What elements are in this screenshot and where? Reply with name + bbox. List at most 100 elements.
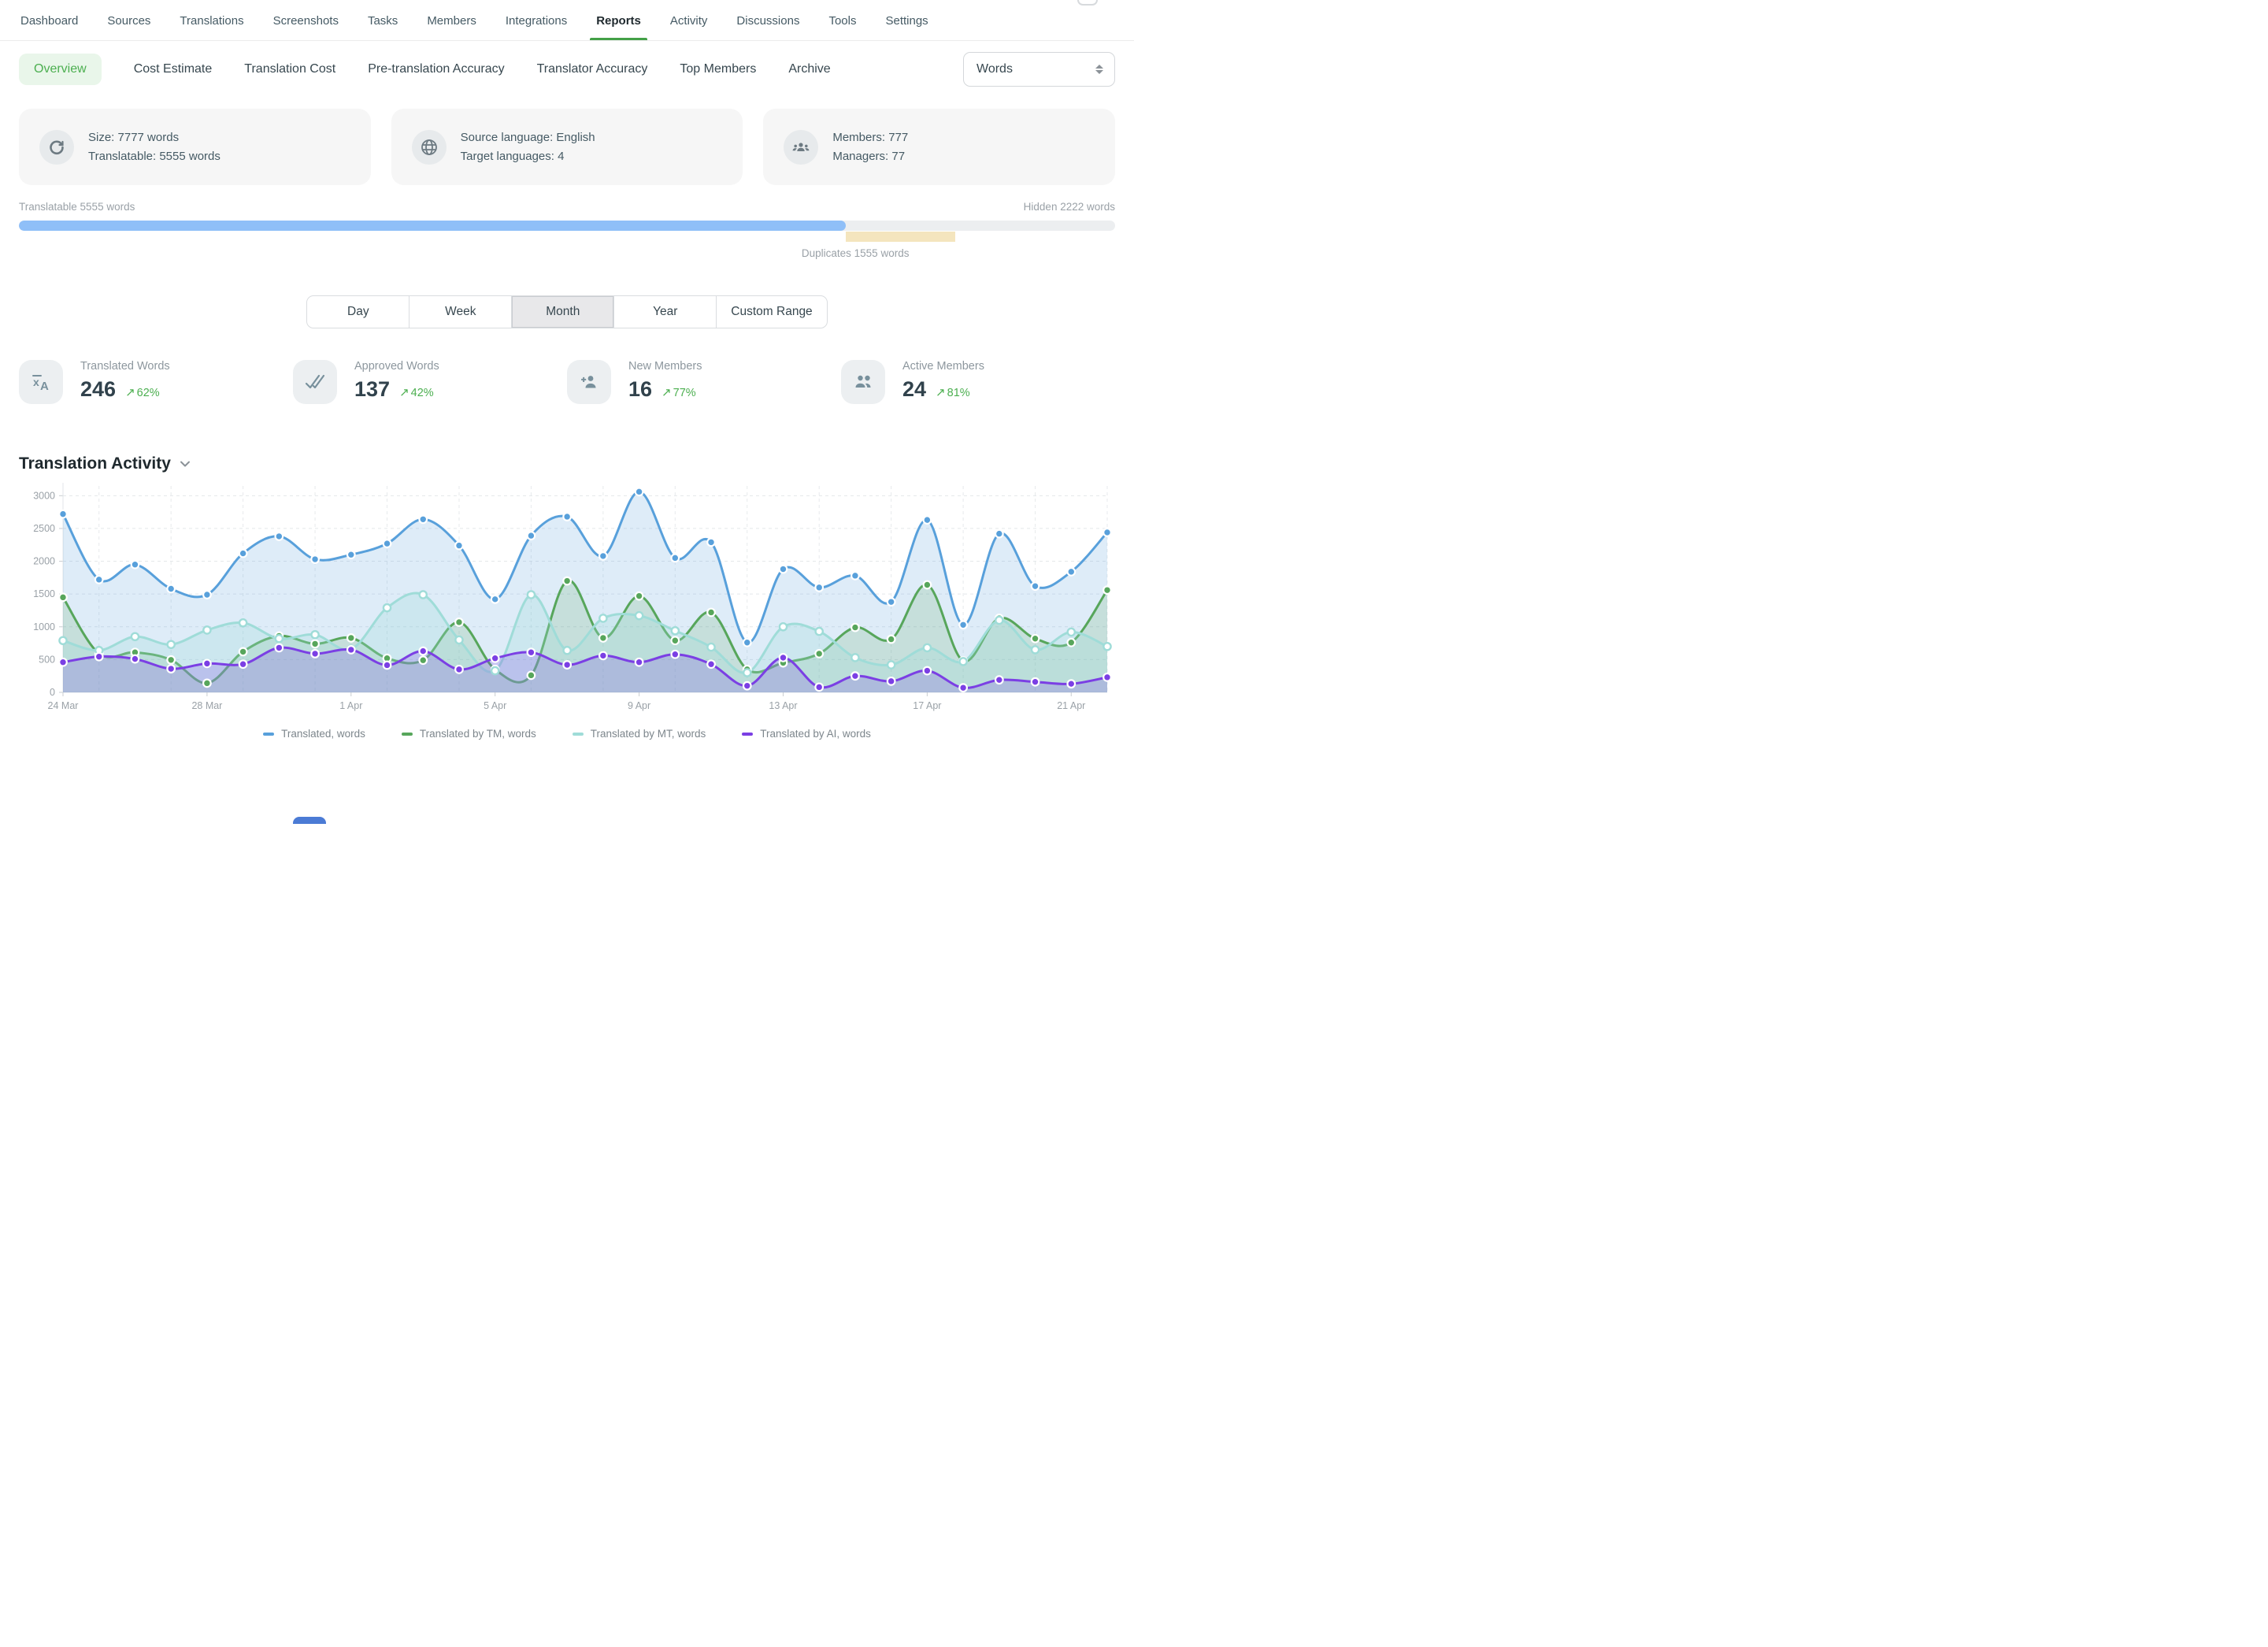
subnav-item-top-members[interactable]: Top Members <box>680 62 756 76</box>
stat-card-approved-words: Approved Words137↗42% <box>293 360 567 404</box>
nav-item-activity[interactable]: Activity <box>669 14 710 40</box>
range-tab-year[interactable]: Year <box>614 296 717 328</box>
svg-text:21 Apr: 21 Apr <box>1057 700 1085 711</box>
top-navigation: Dashboard Sources Translations Screenshots T… <box>0 0 1134 41</box>
translatable-segment <box>19 221 846 231</box>
svg-text:2500: 2500 <box>33 523 55 534</box>
svg-text:9 Apr: 9 Apr <box>628 700 650 711</box>
svg-text:500: 500 <box>39 654 55 665</box>
subnav-item-pre-translation-accuracy[interactable]: Pre-translation Accuracy <box>368 62 504 76</box>
trend-up-icon: ↗ <box>399 386 410 399</box>
chart-legend: Translated, words Translated by TM, words… <box>19 728 1115 740</box>
stat-delta: ↗81% <box>936 385 970 399</box>
stat-value: 246 <box>80 377 116 402</box>
stat-value: 24 <box>902 377 926 402</box>
nav-item-translations[interactable]: Translations <box>178 14 245 40</box>
range-tab-month[interactable]: Month <box>512 296 614 328</box>
translation-activity-title: Translation Activity <box>19 454 171 473</box>
nav-item-discussions[interactable]: Discussions <box>735 14 801 40</box>
nav-item-settings[interactable]: Settings <box>884 14 929 40</box>
double-check-icon <box>293 360 337 404</box>
legend-swatch-icon <box>263 733 274 736</box>
stat-label: Translated Words <box>80 360 170 373</box>
nav-item-tools[interactable]: Tools <box>827 14 858 40</box>
select-updown-icon <box>1095 65 1103 74</box>
legend-label: Translated by AI, words <box>760 728 871 740</box>
nav-item-dashboard[interactable]: Dashboard <box>19 14 80 40</box>
trend-up-icon: ↗ <box>125 386 135 399</box>
svg-text:2000: 2000 <box>33 556 55 567</box>
legend-item[interactable]: Translated by MT, words <box>573 728 706 740</box>
subnav-item-translator-accuracy[interactable]: Translator Accuracy <box>537 62 648 76</box>
legend-label: Translated, words <box>281 728 365 740</box>
summary-card: Size: 7777 wordsTranslatable: 5555 words <box>19 109 371 185</box>
legend-item[interactable]: Translated by TM, words <box>402 728 536 740</box>
nav-item-tasks[interactable]: Tasks <box>366 14 399 40</box>
svg-text:13 Apr: 13 Apr <box>769 700 797 711</box>
trend-up-icon: ↗ <box>936 386 946 399</box>
svg-text:0: 0 <box>50 687 55 698</box>
svg-text:A: A <box>40 380 49 393</box>
clipped-button-fragment <box>1077 0 1098 6</box>
unit-select[interactable]: Words <box>963 52 1115 87</box>
svg-text:x: x <box>33 376 39 388</box>
words-progress-section: Translatable 5555 words Hidden 2222 word… <box>0 185 1134 259</box>
nav-item-sources[interactable]: Sources <box>106 14 152 40</box>
duplicates-segment <box>846 232 955 242</box>
nav-item-integrations[interactable]: Integrations <box>504 14 569 40</box>
nav-item-members[interactable]: Members <box>425 14 478 40</box>
subnav-items: Overview Cost Estimate Translation Cost Pre… <box>19 54 963 85</box>
svg-text:1500: 1500 <box>33 588 55 599</box>
svg-text:5 Apr: 5 Apr <box>484 700 506 711</box>
svg-text:3000: 3000 <box>33 490 55 501</box>
summary-card: Source language: EnglishTarget languages… <box>391 109 743 185</box>
summary-line: Target languages: 4 <box>461 147 595 165</box>
nav-item-reports[interactable]: Reports <box>595 14 643 40</box>
trend-up-icon: ↗ <box>662 386 672 399</box>
subnav-item-archive[interactable]: Archive <box>788 62 830 76</box>
range-tab-week[interactable]: Week <box>410 296 512 328</box>
stat-delta: ↗77% <box>662 385 696 399</box>
activity-area-chart: 05001000150020002500300024 Mar28 Mar1 Ap… <box>19 478 1115 721</box>
nav-item-screenshots[interactable]: Screenshots <box>272 14 340 40</box>
stat-delta: ↗62% <box>125 385 160 399</box>
svg-text:1000: 1000 <box>33 621 55 632</box>
svg-text:17 Apr: 17 Apr <box>913 700 941 711</box>
stat-card-translated-words: xA Translated Words 246 ↗62% <box>19 360 293 404</box>
stat-label: New Members <box>628 360 702 373</box>
project-summary-cards: Size: 7777 wordsTranslatable: 5555 words… <box>0 95 1134 185</box>
summary-line: Source language: English <box>461 128 595 147</box>
range-tab-day[interactable]: Day <box>307 296 410 328</box>
members-icon <box>784 130 818 165</box>
hidden-label: Hidden 2222 words <box>1024 201 1115 213</box>
refresh-icon <box>39 130 74 165</box>
legend-item[interactable]: Translated by AI, words <box>742 728 871 740</box>
legend-swatch-icon <box>742 733 753 736</box>
subnav-item-overview[interactable]: Overview <box>19 54 102 85</box>
kpi-stat-cards: xA Translated Words 246 ↗62% Approved Words1… <box>0 328 1134 404</box>
words-progress-bar <box>19 221 1115 231</box>
globe-icon <box>412 130 447 165</box>
translate-icon: xA <box>19 360 63 404</box>
legend-label: Translated by TM, words <box>420 728 536 740</box>
translatable-label: Translatable 5555 words <box>19 201 135 213</box>
summary-card: Members: 777Managers: 77 <box>763 109 1115 185</box>
summary-line: Managers: 77 <box>832 147 908 165</box>
legend-item[interactable]: Translated, words <box>263 728 365 740</box>
subnav-item-cost-estimate[interactable]: Cost Estimate <box>134 62 213 76</box>
duplicates-label: Duplicates 1555 words <box>802 247 1115 259</box>
unit-select-value: Words <box>976 62 1013 76</box>
summary-line: Size: 7777 words <box>88 128 220 147</box>
stat-label: Active Members <box>902 360 984 373</box>
stat-card-active-members: Active Members 24 ↗81% <box>841 360 1115 404</box>
subnav-item-translation-cost[interactable]: Translation Cost <box>244 62 335 76</box>
svg-text:1 Apr: 1 Apr <box>339 700 362 711</box>
range-tab-custom-range[interactable]: Custom Range <box>717 296 826 328</box>
svg-text:28 Mar: 28 Mar <box>191 700 222 711</box>
stat-label: Approved Words <box>354 360 439 373</box>
legend-swatch-icon <box>573 733 584 736</box>
chevron-down-icon[interactable] <box>179 458 191 470</box>
date-range-tabs: DayWeekMonthYearCustom Range <box>0 295 1134 328</box>
summary-line: Translatable: 5555 words <box>88 147 220 165</box>
chat-widget-fragment[interactable] <box>293 817 326 824</box>
